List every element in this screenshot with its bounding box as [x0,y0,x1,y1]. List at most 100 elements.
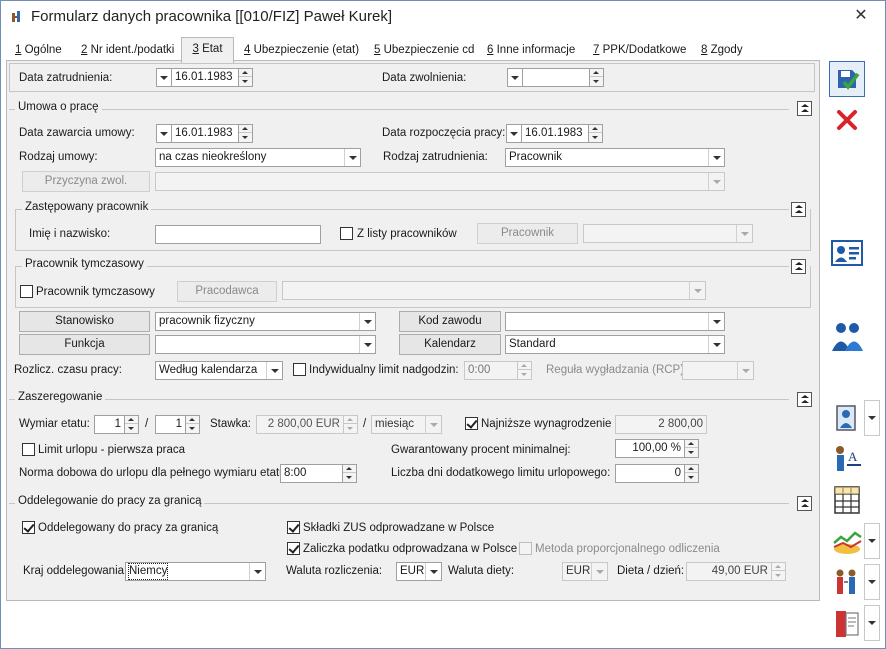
employment-date-spinner[interactable] [238,68,253,87]
employment-tab-panel: Data zatrudnienia: 16.01.1983 Data zwoln… [6,60,820,601]
tab-identifiers-taxes[interactable]: 2 Nr ident./podatki [81,41,174,61]
history-menu-dropdown[interactable] [864,564,880,600]
replaced-employee-combo[interactable] [583,224,753,243]
employee-history-button[interactable] [829,564,865,600]
close-window-button[interactable]: ✕ [839,1,883,31]
contract-collapse-icon[interactable] [797,101,812,116]
select-employee-button[interactable]: Pracownik [477,223,578,244]
payroll-chart-button[interactable] [829,523,865,559]
chart-menu-dropdown[interactable] [864,523,880,559]
family-members-button[interactable] [829,318,865,354]
dismissal-reason-button[interactable]: Przyczyna zwol. [22,171,150,192]
conclusion-date-dropdown[interactable] [156,124,172,143]
lowest-pay-field[interactable]: 2 800,00 [615,415,707,434]
replaced-collapse-icon[interactable] [791,202,806,217]
daily-norm-spinner[interactable] [342,464,357,483]
employer-combo[interactable] [282,281,706,300]
zus-poland-checkbox[interactable] [287,521,300,534]
calendar-combo[interactable]: Standard [505,335,725,354]
tab-general[interactable]: 1 Ogólne [15,41,62,61]
fte-denominator-spinner[interactable] [185,415,200,434]
function-button[interactable]: Funkcja [19,334,150,355]
calendar-button[interactable]: Kalendarz [399,334,501,355]
table-view-button[interactable] [829,482,865,518]
employment-date-field[interactable]: 16.01.1983 [171,68,239,87]
employer-button[interactable]: Pracodawca [177,281,277,302]
daily-norm-field[interactable]: 8:00 [280,464,343,483]
contract-type-combo[interactable]: na czas nieokreślony [155,148,361,167]
from-list-label: Z listy pracowników [357,228,457,240]
smoothing-rule-combo[interactable] [682,361,754,380]
people-history-icon [836,569,856,594]
function-combo[interactable] [155,335,376,354]
diet-per-day-spinner[interactable] [771,562,786,581]
work-time-combo[interactable]: Według kalendarza [155,361,283,380]
diet-currency-combo[interactable]: EUR [562,562,608,581]
dismissal-date-field[interactable] [522,68,590,87]
occupation-code-combo[interactable] [505,312,725,331]
position-button[interactable]: Stanowisko [19,311,150,332]
replaced-name-label: Imię i nazwisko: [29,228,111,240]
dismissal-date-spinner[interactable] [589,68,604,87]
guaranteed-percent-spinner[interactable] [684,439,699,458]
extra-leave-days-field[interactable]: 0 [615,464,685,483]
from-list-checkbox[interactable] [340,227,353,240]
guaranteed-percent-field[interactable]: 100,00 % [615,439,685,458]
position-combo[interactable]: pracownik fizyczny [155,312,376,331]
employment-type-combo[interactable]: Pracownik [505,148,725,167]
tab-insurance-cont[interactable]: 5 Ubezpieczenie cd [374,41,474,61]
smoothing-rule-label: Reguła wygładzania (RCP): [546,364,688,376]
conclusion-date-spinner[interactable] [238,124,253,143]
tab-employment[interactable]: 3 Etat [181,37,234,63]
fte-numerator-field[interactable]: 1 [94,415,125,434]
documents-button[interactable] [829,605,865,641]
dismissal-date-dropdown[interactable] [507,68,523,87]
leave-limit-checkbox[interactable] [22,443,35,456]
employee-photo-button[interactable] [829,400,865,436]
rate-period-combo[interactable]: miesiąc [371,415,442,434]
employee-attributes-button[interactable]: A [829,441,865,477]
proportional-method-checkbox[interactable] [519,542,532,555]
employment-date-dropdown[interactable] [156,68,172,87]
abroad-collapse-icon[interactable] [797,496,812,511]
start-date-dropdown[interactable] [506,124,522,143]
temporary-employee-label: Pracownik tymczasowy [36,286,155,298]
rate-field[interactable]: 2 800,00 EUR [256,415,344,434]
overtime-limit-field[interactable]: 0:00 [464,361,518,380]
tab-consents[interactable]: 8 Zgody [701,41,743,61]
save-button[interactable] [829,61,865,97]
start-date-field[interactable]: 16.01.1983 [521,124,589,143]
tab-insurance[interactable]: 4 Ubezpieczenie (etat) [244,41,359,61]
fte-numerator-spinner[interactable] [124,415,139,434]
cancel-button[interactable] [829,102,865,138]
diet-currency-label: Waluta diety: [448,565,515,577]
pay-collapse-icon[interactable] [797,392,812,407]
overtime-limit-spinner[interactable] [517,361,532,380]
cancel-icon [837,110,857,130]
documents-menu-dropdown[interactable] [864,605,880,641]
fte-denominator-field[interactable]: 1 [155,415,186,434]
photo-menu-dropdown[interactable] [864,400,880,436]
temporary-employee-checkbox[interactable] [20,285,33,298]
dismissal-reason-combo[interactable] [155,172,725,191]
delegated-checkbox[interactable] [22,521,35,534]
extra-leave-days-spinner[interactable] [684,464,699,483]
occupation-code-button[interactable]: Kod zawodu [399,311,501,332]
conclusion-date-field[interactable]: 16.01.1983 [171,124,239,143]
tab-other-info[interactable]: 6 Inne informacje [487,41,575,61]
employee-card-button[interactable] [829,235,865,271]
tab-ppk-additional[interactable]: 7 PPK/Dodatkowe [593,41,686,61]
overtime-limit-checkbox[interactable] [293,363,306,376]
replaced-name-field[interactable] [155,225,321,244]
daily-norm-label: Norma dobowa do urlopu dla pełnego wymia… [19,467,289,479]
settlement-currency-combo[interactable]: EUR [396,562,442,581]
start-date-spinner[interactable] [588,124,603,143]
lowest-pay-checkbox[interactable] [465,417,478,430]
tax-poland-checkbox[interactable] [287,542,300,555]
temporary-collapse-icon[interactable] [791,259,806,274]
diet-per-day-field[interactable]: 49,00 EUR [686,562,772,581]
rate-spinner[interactable] [343,415,358,434]
guaranteed-percent-label: Gwarantowany procent minimalnej: [391,444,571,456]
delegation-country-combo[interactable]: Niemcy [125,562,266,581]
dismissal-date-label: Data zwolnienia: [382,72,467,84]
